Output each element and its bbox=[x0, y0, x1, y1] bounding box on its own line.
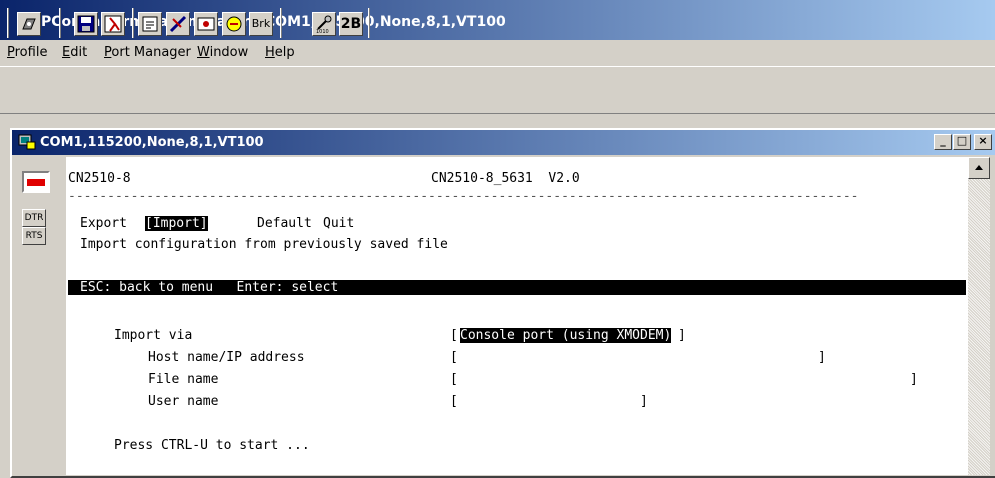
menu-import[interactable]: [Import] bbox=[145, 216, 208, 231]
close-button[interactable]: × bbox=[974, 134, 992, 150]
import-via-bracket-open: [ bbox=[450, 328, 458, 343]
file-name-label: File name bbox=[148, 372, 219, 387]
start-hint: Press CTRL-U to start ... bbox=[114, 438, 310, 453]
user-name-label: User name bbox=[148, 394, 219, 409]
send-file-icon[interactable] bbox=[166, 12, 190, 36]
signal-panel: DTR RTS bbox=[14, 157, 66, 475]
break-button[interactable]: Brk bbox=[249, 12, 273, 36]
menu-default[interactable]: Default bbox=[257, 216, 312, 231]
toolbar-divider bbox=[368, 8, 370, 38]
host-name-bracket-open: [ bbox=[450, 350, 458, 365]
terminal-window-title: COM1,115200,None,8,1,VT100 bbox=[40, 135, 264, 150]
save-icon[interactable] bbox=[74, 12, 98, 36]
user-name-bracket-close: ] bbox=[640, 394, 648, 409]
menu-help[interactable]: Help bbox=[265, 45, 295, 60]
import-via-bracket-close: ] bbox=[678, 328, 686, 343]
toolbar-divider bbox=[7, 8, 9, 38]
rts-indicator[interactable]: RTS bbox=[22, 227, 46, 245]
vertical-scrollbar[interactable] bbox=[968, 157, 990, 475]
terminal-window-icon bbox=[18, 134, 36, 150]
terminal-screen[interactable]: CN2510-8 CN2510-8_5631 V2.0 ------------… bbox=[66, 157, 968, 475]
device-name: CN2510-8 bbox=[68, 171, 131, 186]
toolbar-divider bbox=[280, 8, 282, 38]
import-via-label: Import via bbox=[114, 328, 193, 343]
connect-icon[interactable] bbox=[17, 12, 41, 36]
terminal-window-title-bar[interactable]: COM1,115200,None,8,1,VT100 _ □ × bbox=[12, 130, 995, 155]
properties-icon[interactable] bbox=[138, 12, 162, 36]
hint-bar: ESC: back to menu Enter: select bbox=[68, 280, 966, 295]
toolbar bbox=[0, 66, 995, 114]
menu-window[interactable]: Window bbox=[197, 45, 248, 60]
2b-button[interactable]: 2B bbox=[339, 12, 363, 36]
transfer-icon[interactable]: 1010 bbox=[312, 12, 336, 36]
menu-bar: Profile Edit Port Manager Window Help bbox=[0, 40, 995, 66]
toolbar-divider bbox=[132, 8, 134, 38]
connection-status-indicator[interactable] bbox=[22, 171, 50, 193]
menu-quit[interactable]: Quit bbox=[323, 216, 354, 231]
dtr-indicator[interactable]: DTR bbox=[22, 209, 46, 227]
minimize-button[interactable]: _ bbox=[934, 134, 952, 150]
separator-line: ----------------------------------------… bbox=[68, 189, 859, 204]
macro-icon[interactable] bbox=[222, 12, 246, 36]
import-via-value[interactable]: Console port (using XMODEM) bbox=[460, 328, 672, 343]
menu-export[interactable]: Export bbox=[80, 216, 127, 231]
capture-icon[interactable] bbox=[194, 12, 218, 36]
svg-text:1010: 1010 bbox=[316, 29, 329, 35]
status-led bbox=[27, 179, 45, 186]
exit-icon[interactable] bbox=[101, 12, 125, 36]
description-text: Import configuration from previously sav… bbox=[80, 237, 448, 252]
file-name-bracket-open: [ bbox=[450, 372, 458, 387]
menu-port-manager[interactable]: Port Manager bbox=[104, 45, 191, 60]
user-name-bracket-open: [ bbox=[450, 394, 458, 409]
app-window: PComm Terminal Emulator - COM1,115200,No… bbox=[0, 0, 995, 478]
menu-profile[interactable]: Profile bbox=[7, 45, 47, 60]
maximize-button[interactable]: □ bbox=[953, 134, 971, 150]
host-name-label: Host name/IP address bbox=[148, 350, 305, 365]
toolbar-divider bbox=[59, 8, 61, 38]
model-version: CN2510-8_5631 V2.0 bbox=[431, 171, 580, 186]
file-name-bracket-close: ] bbox=[910, 372, 918, 387]
host-name-bracket-close: ] bbox=[818, 350, 826, 365]
arrow-up-icon bbox=[975, 165, 983, 170]
scroll-up-button[interactable] bbox=[968, 157, 990, 179]
menu-edit[interactable]: Edit bbox=[62, 45, 87, 60]
